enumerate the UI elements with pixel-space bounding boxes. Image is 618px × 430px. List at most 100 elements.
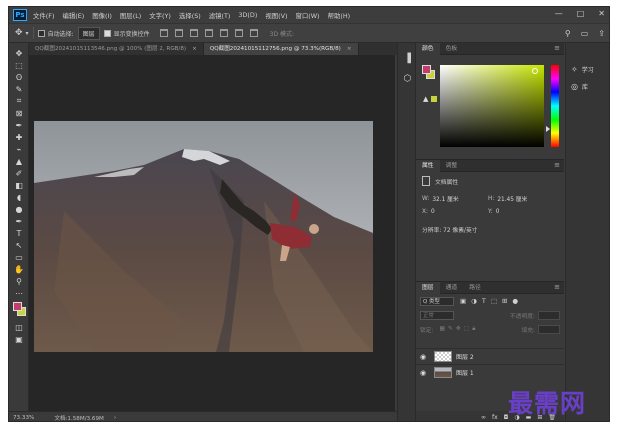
eraser-icon[interactable]: ◧	[9, 179, 29, 191]
blend-mode-dropdown[interactable]: 正常	[420, 310, 454, 320]
menu-window[interactable]: 窗口(W)	[295, 11, 319, 20]
frame-icon[interactable]: ⊠	[9, 107, 29, 119]
gamut-warning-icon[interactable]: ▲	[423, 95, 428, 103]
y-field[interactable]: Y: 0	[488, 209, 550, 215]
layer-name[interactable]: 图层 2	[456, 352, 474, 361]
hue-slider-handle[interactable]	[546, 126, 550, 132]
filter-type-icon[interactable]: T	[482, 297, 486, 305]
color-swatches[interactable]	[9, 299, 29, 321]
layer-row[interactable]: ◉ 图层 2	[416, 348, 564, 364]
pen-icon[interactable]: ✒	[9, 215, 29, 227]
tab-channels[interactable]: 通道	[440, 282, 464, 294]
quick-mask-icon[interactable]: ◫	[9, 321, 29, 333]
menu-edit[interactable]: 编辑(E)	[62, 11, 84, 20]
layer-name[interactable]: 图层 1	[456, 368, 474, 377]
marquee-icon[interactable]: ⬚	[9, 59, 29, 71]
filter-smart-icon[interactable]: ⊞	[502, 297, 507, 305]
eye-icon[interactable]: ◉	[420, 369, 430, 377]
link-layers-icon[interactable]: ∞	[481, 414, 486, 421]
path-select-icon[interactable]: ↖	[9, 239, 29, 251]
tab-layers[interactable]: 图层	[416, 281, 440, 294]
minimize-button[interactable]: —	[555, 9, 563, 18]
tab-properties[interactable]: 属性	[416, 159, 440, 172]
foreground-color-swatch[interactable]	[13, 302, 22, 311]
close-button[interactable]: ✕	[598, 9, 605, 18]
align-right-icon[interactable]	[234, 29, 243, 37]
document-image[interactable]	[34, 121, 373, 352]
healing-brush-icon[interactable]: ✚	[9, 131, 29, 143]
history-icon[interactable]: ▐	[398, 49, 417, 69]
history-brush-icon[interactable]: ✐	[9, 167, 29, 179]
share-icon[interactable]: ⇪	[598, 29, 605, 38]
opacity-input[interactable]	[538, 310, 560, 320]
status-arrow-icon[interactable]: ›	[114, 415, 116, 421]
learn-panel-button[interactable]: ✧ 学习	[566, 61, 609, 78]
libraries-panel-button[interactable]: ◎ 库	[566, 78, 609, 95]
dodge-icon[interactable]: ●	[9, 203, 29, 215]
gamut-color-chip[interactable]	[431, 96, 437, 102]
tab-paths[interactable]: 路径	[463, 282, 487, 294]
type-icon[interactable]: T	[9, 227, 29, 239]
panel-menu-icon[interactable]: ≡	[554, 43, 560, 54]
menu-select[interactable]: 选择(S)	[179, 11, 201, 20]
eye-icon[interactable]: ◉	[420, 353, 430, 361]
zoom-level[interactable]: 73.33%	[13, 415, 34, 421]
brush-icon[interactable]: ⌁	[9, 143, 29, 155]
canvas-area[interactable]	[29, 55, 395, 411]
color-picker-cursor[interactable]	[532, 68, 538, 74]
menu-help[interactable]: 帮助(H)	[328, 11, 351, 20]
menu-image[interactable]: 图像(I)	[92, 11, 112, 20]
panel-foreground-swatch[interactable]	[422, 65, 431, 74]
fill-input[interactable]	[538, 324, 560, 334]
rectangle-icon[interactable]: ▭	[9, 251, 29, 263]
move-tool-icon[interactable]: ✥	[15, 28, 23, 38]
eyedropper-icon[interactable]: ✒	[9, 119, 29, 131]
screen-mode-icon[interactable]: ▣	[9, 333, 29, 345]
hue-slider[interactable]	[551, 65, 559, 147]
fx-icon[interactable]: fx	[492, 414, 498, 421]
align-bottom-icon[interactable]	[189, 29, 198, 37]
auto-select-checkbox[interactable]	[37, 29, 45, 37]
hand-icon[interactable]: ✋	[9, 263, 29, 275]
menu-file[interactable]: 文件(F)	[33, 11, 54, 20]
more-tools-icon[interactable]: ⋯	[9, 287, 29, 299]
menu-3d[interactable]: 3D(D)	[238, 11, 257, 19]
saturation-value-field[interactable]	[440, 65, 544, 147]
tab-color[interactable]: 颜色	[416, 42, 440, 55]
layer-row[interactable]: ◉ 图层 1	[416, 364, 564, 380]
panel-menu-icon[interactable]: ≡	[554, 282, 560, 293]
clone-stamp-icon[interactable]: ▲	[9, 155, 29, 167]
layer-kind-filter[interactable]: Q 类型	[420, 296, 454, 306]
search-icon[interactable]: ⚲	[565, 29, 571, 38]
tab-document-1[interactable]: QQ截图20241015113546.png @ 100% (图层 2, RGB…	[29, 43, 204, 55]
tab-adjustments[interactable]: 调整	[440, 160, 464, 172]
filter-toggle-icon[interactable]: ●	[512, 297, 518, 305]
lock-icons[interactable]: ▦✎✥⬚🔒︎	[440, 326, 479, 333]
panel-menu-icon[interactable]: ≡	[554, 160, 560, 171]
menu-layer[interactable]: 图层(L)	[120, 11, 141, 20]
crop-icon[interactable]: ⌗	[9, 95, 29, 107]
width-field[interactable]: W: 32.1 厘米	[422, 194, 484, 204]
lasso-icon[interactable]: ʘ	[9, 71, 29, 83]
filter-adjust-icon[interactable]: ◑	[471, 297, 477, 305]
x-field[interactable]: X: 0	[422, 209, 484, 215]
menu-filter[interactable]: 滤镜(T)	[209, 11, 231, 20]
tab-close-icon[interactable]: ×	[192, 46, 197, 52]
tab-swatches[interactable]: 色板	[440, 43, 464, 55]
filter-shape-icon[interactable]: ⬚	[491, 297, 497, 305]
move-icon[interactable]: ✥	[9, 47, 29, 59]
auto-select-dropdown[interactable]: 图层	[77, 26, 100, 40]
align-vcenter-icon[interactable]	[174, 29, 183, 37]
zoom-icon[interactable]: ⚲	[9, 275, 29, 287]
tool-preset-chevron-icon[interactable]: ▾	[26, 30, 29, 37]
height-field[interactable]: H: 21.45 厘米	[488, 194, 550, 204]
menu-type[interactable]: 文字(Y)	[149, 11, 171, 20]
workspace-icon[interactable]: ▭	[581, 29, 589, 38]
distribute-icon[interactable]	[249, 29, 258, 37]
tab-close-icon[interactable]: ×	[347, 46, 352, 52]
tab-document-2[interactable]: QQ截图20241015112756.png @ 73.3%(RGB/8) ×	[203, 43, 359, 55]
maximize-button[interactable]: □	[577, 9, 585, 18]
show-transform-checkbox[interactable]	[103, 29, 111, 37]
align-hcenter-icon[interactable]	[219, 29, 228, 37]
align-left-icon[interactable]	[204, 29, 213, 37]
